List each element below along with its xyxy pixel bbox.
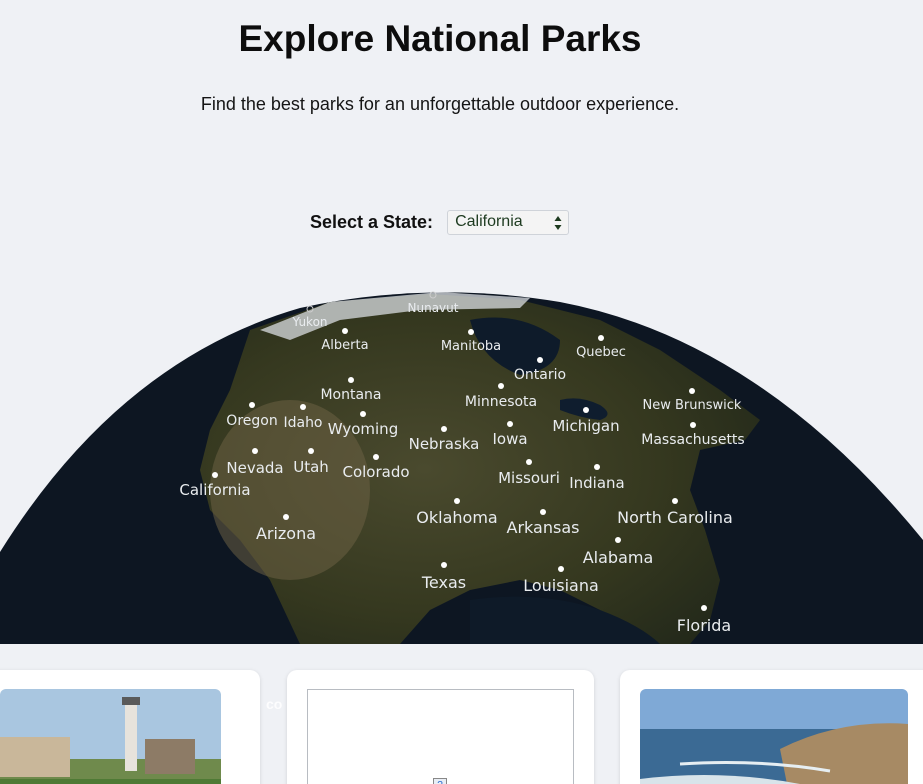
label-idaho: Idaho: [283, 415, 322, 431]
label-colorado: Colorado: [342, 463, 409, 481]
label-yukon: Yukon: [291, 315, 327, 329]
page-title: Explore National Parks: [238, 18, 642, 59]
label-north-carolina: North Carolina: [617, 508, 733, 527]
park-card[interactable]: [620, 670, 923, 784]
label-louisiana: Louisiana: [523, 576, 599, 595]
park-card[interactable]: [0, 670, 260, 784]
state-selector-row: Select a State: California: [310, 210, 570, 235]
label-nebraska: Nebraska: [409, 435, 480, 453]
page: Explore National Parks Find the best par…: [0, 0, 923, 784]
label-michigan: Michigan: [552, 417, 619, 435]
label-oregon: Oregon: [226, 413, 277, 429]
label-florida: Florida: [677, 616, 731, 635]
park-card-image[interactable]: ?: [307, 689, 574, 784]
card-overlay-text: co: [266, 696, 283, 712]
state-select-label: Select a State:: [310, 212, 434, 232]
label-wyoming: Wyoming: [328, 420, 398, 438]
select-arrows-icon: [554, 216, 562, 230]
label-montana: Montana: [320, 387, 381, 403]
park-card-image[interactable]: [0, 689, 221, 784]
label-alabama: Alabama: [583, 548, 654, 567]
label-nunavut: Nunavut: [408, 301, 459, 315]
label-missouri: Missouri: [498, 469, 560, 487]
label-manitoba: Manitoba: [441, 339, 501, 354]
label-quebec: Quebec: [576, 345, 626, 360]
label-oklahoma: Oklahoma: [416, 508, 497, 527]
label-iowa: Iowa: [492, 430, 527, 448]
label-arkansas: Arkansas: [507, 518, 580, 537]
label-texas: Texas: [421, 573, 466, 592]
label-california: California: [179, 481, 250, 499]
park-card-image[interactable]: [640, 689, 908, 784]
label-alberta: Alberta: [321, 338, 368, 353]
alcatraz-photo: [0, 689, 221, 784]
page-subtitle: Find the best parks for an unforgettable…: [200, 94, 680, 114]
broken-image-icon: ?: [433, 778, 447, 784]
state-select-value: California: [455, 213, 523, 230]
label-nevada: Nevada: [226, 459, 283, 477]
label-new-brunswick: New Brunswick: [643, 398, 742, 413]
globe-map[interactable]: Yukon Nunavut Alberta Manitoba Quebec On…: [0, 280, 923, 644]
state-select[interactable]: California: [447, 210, 570, 235]
label-ontario: Ontario: [514, 367, 566, 383]
label-massachusetts: Massachusetts: [641, 432, 744, 448]
label-utah: Utah: [293, 458, 329, 476]
park-card[interactable]: ?: [287, 670, 594, 784]
label-arizona: Arizona: [256, 524, 316, 543]
coastline-photo: [640, 689, 908, 784]
label-minnesota: Minnesota: [465, 394, 537, 410]
label-indiana: Indiana: [569, 474, 625, 492]
globe-svg[interactable]: Yukon Nunavut Alberta Manitoba Quebec On…: [0, 280, 923, 644]
